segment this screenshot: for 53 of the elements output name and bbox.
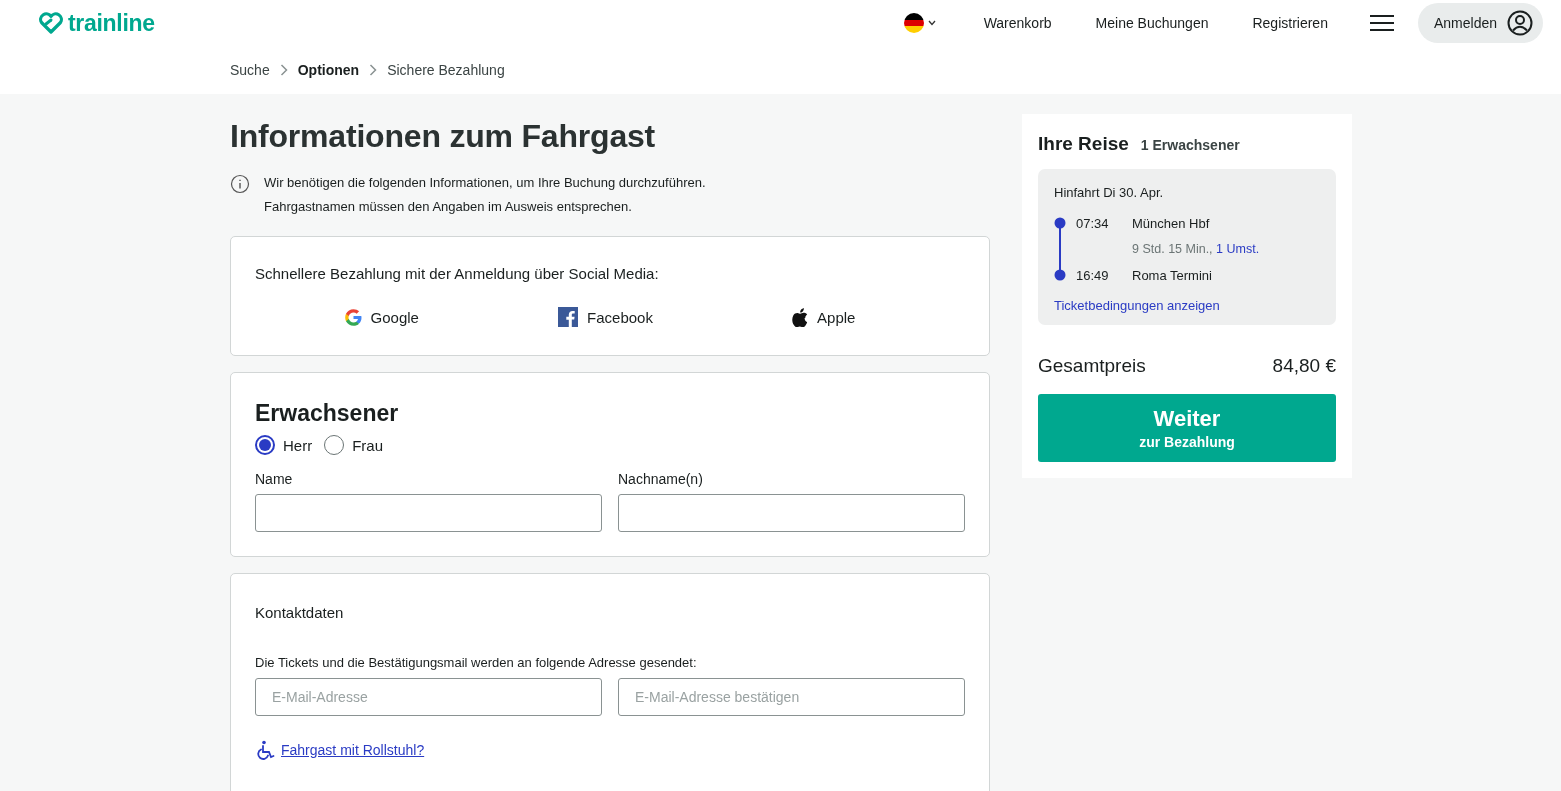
journey-date: Hinfahrt Di 30. Apr.: [1054, 185, 1165, 200]
apple-icon: [792, 307, 809, 327]
passenger-heading: Erwachsener: [255, 400, 400, 427]
radio-label: Frau: [352, 436, 383, 454]
arrival-time: 16:49: [1076, 267, 1110, 283]
wheelchair-link[interactable]: Fahrgast mit Rollstuhl?: [281, 742, 425, 758]
section-heading: Schnellere Bezahlung mit der Anmeldung über Social Media:: [255, 265, 660, 282]
section-heading: Kontaktdaten: [255, 604, 345, 621]
heart-logo-icon: [38, 12, 64, 34]
changes-link[interactable]: 1 Umst.: [1216, 242, 1260, 256]
breadcrumb-link[interactable]: Optionen: [297, 62, 360, 78]
field-label: Nachname(n): [618, 471, 704, 487]
social-login-button[interactable]: Apple: [792, 307, 856, 327]
duration-text: 9 Std. 15 Min.,: [1132, 242, 1213, 256]
info-text: Wir benötigen die folgenden Informationen, um Ihre Buchung durchzuführen.: [264, 174, 706, 192]
departure-station: München Hbf: [1132, 215, 1211, 231]
caret-icon: [927, 20, 936, 26]
email-field[interactable]: E-Mail-Adresse: [255, 678, 602, 716]
email-field[interactable]: E-Mail-Adresse bestätigen: [618, 678, 965, 716]
radio-label: Herr: [283, 436, 313, 454]
radio-button[interactable]: [324, 435, 345, 455]
facebook-icon: [558, 307, 579, 327]
nav-link[interactable]: Meine Buchungen: [1095, 15, 1209, 31]
chevron-icon: [279, 64, 288, 76]
field-label: Name: [255, 471, 294, 487]
social-login-button[interactable]: Facebook: [558, 307, 653, 327]
contact-note: Die Tickets und die Bestätigungsmail werden an folgende Adresse gesendet:: [255, 655, 698, 670]
google-icon: [344, 308, 362, 326]
chevron-icon: [369, 64, 378, 76]
radio-button[interactable]: [255, 435, 275, 455]
user-icon: [1507, 10, 1533, 36]
summary-title: Ihre Reise: [1038, 133, 1129, 155]
breadcrumb-link[interactable]: Suche: [230, 62, 270, 78]
menu-icon[interactable]: [1369, 14, 1394, 32]
arrival-station: Roma Termini: [1132, 267, 1213, 283]
ticket-conditions-link[interactable]: Ticketbedingungen anzeigen: [1054, 298, 1220, 313]
passenger-count: 1 Erwachsener: [1140, 137, 1240, 153]
nav-link[interactable]: Registrieren: [1252, 15, 1328, 31]
departure-time: 07:34: [1076, 215, 1110, 231]
nav-link[interactable]: Warenkorb: [983, 15, 1052, 31]
flag-icon[interactable]: [903, 13, 924, 33]
total-label: Gesamtpreis: [1038, 355, 1146, 377]
breadcrumb-link[interactable]: Sichere Bezahlung: [387, 62, 505, 78]
wheelchair-icon: [255, 740, 275, 760]
logo-text: trainline: [68, 9, 155, 37]
total-price: 84,80 €: [1272, 355, 1336, 377]
page-title: Informationen zum Fahrgast: [230, 118, 657, 155]
info-icon: [230, 174, 250, 194]
social-login-button[interactable]: Google: [344, 307, 419, 327]
info-text: Fahrgastnamen müssen den Angaben im Ausweis entsprechen.: [264, 198, 633, 216]
login-button[interactable]: Anmelden: [1417, 3, 1543, 43]
text-field[interactable]: [618, 494, 965, 532]
text-field[interactable]: [255, 494, 602, 532]
